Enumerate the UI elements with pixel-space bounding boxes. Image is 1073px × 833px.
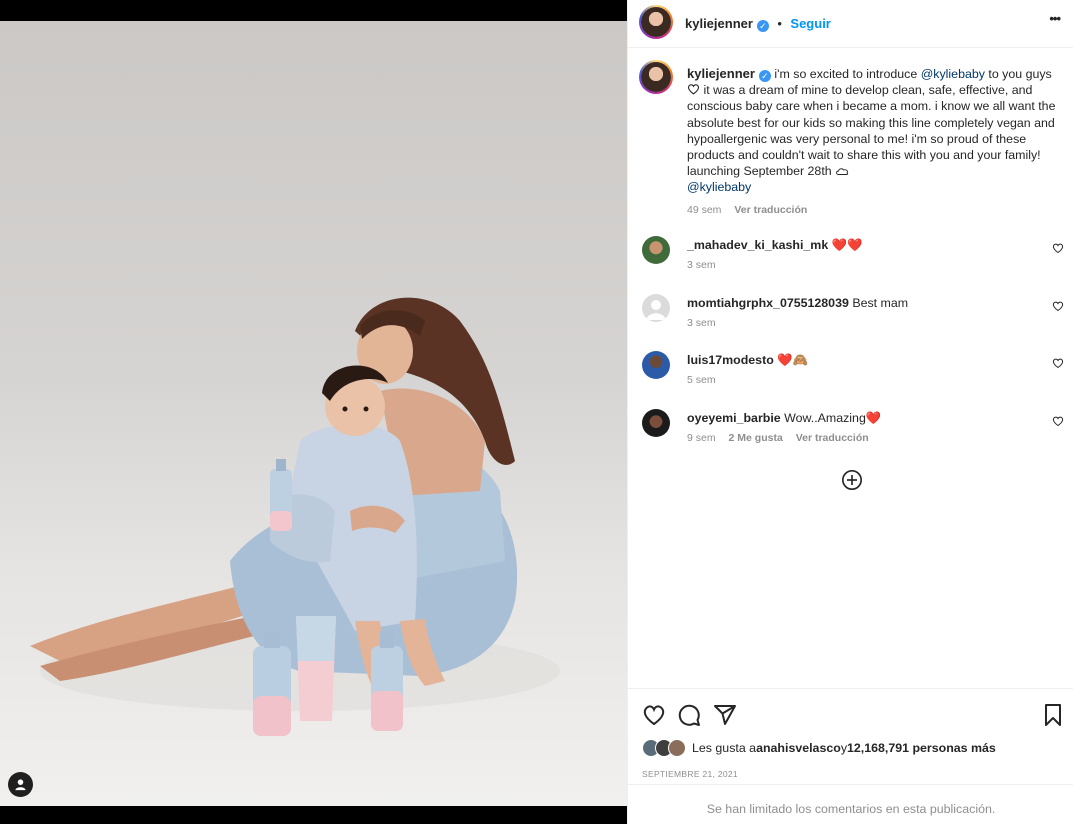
verified-badge-icon: ✓ xyxy=(758,70,771,82)
mention-link[interactable]: @kyliebaby xyxy=(687,180,751,194)
likes-count[interactable]: 12,168,791 personas más xyxy=(847,741,996,755)
commenter-username[interactable]: luis17modesto xyxy=(687,353,774,367)
commenter-avatar[interactable] xyxy=(642,409,670,437)
comments-limited-notice: Se han limitado los comentarios en esta … xyxy=(628,784,1073,824)
comment-text: Best mam xyxy=(852,296,909,310)
comment-item: oyeyemi_barbie Wow..Amazing❤️ 9 sem 2 Me… xyxy=(628,409,1073,459)
post-header: kyliejenner ✓ • Seguir ••• xyxy=(628,0,1073,48)
comment-item: _mahadev_ki_kashi_mk ❤️❤️ 3 sem xyxy=(628,236,1073,286)
bookmark-icon[interactable] xyxy=(1041,703,1065,727)
post-caption: kyliejenner ✓ i'm so excited to introduce… xyxy=(687,66,1057,218)
likes-summary: Les gusta a anahisvelasco y 12,168,791 p… xyxy=(642,739,996,757)
caption-text: i'm so excited to introduce xyxy=(774,67,921,81)
caption-time[interactable]: 49 sem xyxy=(687,204,721,216)
translate-link[interactable]: Ver traducción xyxy=(734,204,807,216)
cloud-icon xyxy=(836,168,849,176)
caption-meta: 49 sem Ver traducción xyxy=(687,202,1057,218)
post-photo[interactable] xyxy=(0,21,627,806)
mention-link[interactable]: @kyliebaby xyxy=(921,67,985,81)
comment-time[interactable]: 5 sem xyxy=(687,374,716,386)
translate-link[interactable]: Ver traducción xyxy=(796,432,869,444)
author-username[interactable]: kyliejenner xyxy=(685,16,753,31)
plus-circle-icon[interactable] xyxy=(841,469,863,491)
comment-likes[interactable]: 2 Me gusta xyxy=(729,432,783,444)
caption-username[interactable]: kyliejenner xyxy=(687,66,755,81)
comment-item: luis17modesto ❤️🙈 5 sem xyxy=(628,351,1073,401)
liker-avatars xyxy=(642,739,686,757)
photo-illustration xyxy=(30,297,560,736)
commenter-avatar[interactable] xyxy=(642,294,670,322)
verified-badge-icon: ✓ xyxy=(756,20,769,32)
comment-like-icon[interactable] xyxy=(1052,415,1064,427)
heart-icon[interactable] xyxy=(642,703,666,727)
comment-like-icon[interactable] xyxy=(1052,357,1064,369)
comment-text: Wow..Amazing xyxy=(784,411,866,425)
post-actions: Les gusta a anahisvelasco y 12,168,791 p… xyxy=(628,688,1073,784)
post-date[interactable]: SEPTIEMBRE 21, 2021 xyxy=(642,769,738,779)
commenter-username[interactable]: momtiahgrphx_0755128039 xyxy=(687,296,849,310)
comment-time[interactable]: 3 sem xyxy=(687,317,716,329)
comment-time[interactable]: 9 sem xyxy=(687,432,716,444)
follow-button[interactable]: Seguir xyxy=(790,16,830,31)
comment-emoji: ❤️ xyxy=(865,411,882,425)
comment-emoji: ❤️🙈 xyxy=(777,353,809,367)
comment-item: momtiahgrphx_0755128039 Best mam 3 sem xyxy=(628,294,1073,344)
tag-user-icon[interactable] xyxy=(8,772,33,797)
comment-like-icon[interactable] xyxy=(1052,300,1064,312)
avatar xyxy=(668,739,686,757)
post-media-pane xyxy=(0,0,627,824)
comment-like-icon[interactable] xyxy=(1052,242,1064,254)
liker-username[interactable]: anahisvelasco xyxy=(756,741,841,755)
comment-time[interactable]: 3 sem xyxy=(687,259,716,271)
comment-icon[interactable] xyxy=(677,703,701,727)
post-sidebar: kyliejenner ✓ • Seguir ••• kyliejenner ✓ i… xyxy=(627,0,1073,824)
commenter-username[interactable]: _mahadev_ki_kashi_mk xyxy=(687,238,828,252)
commenter-username[interactable]: oyeyemi_barbie xyxy=(687,411,781,425)
white-heart-icon xyxy=(687,84,700,95)
commenter-avatar[interactable] xyxy=(642,351,670,379)
comment-emoji: ❤️❤️ xyxy=(831,238,863,252)
commenter-avatar[interactable] xyxy=(642,236,670,264)
author-avatar[interactable] xyxy=(639,5,673,39)
caption-avatar[interactable] xyxy=(639,60,673,94)
more-icon[interactable]: ••• xyxy=(1049,11,1061,26)
share-icon[interactable] xyxy=(713,703,737,727)
